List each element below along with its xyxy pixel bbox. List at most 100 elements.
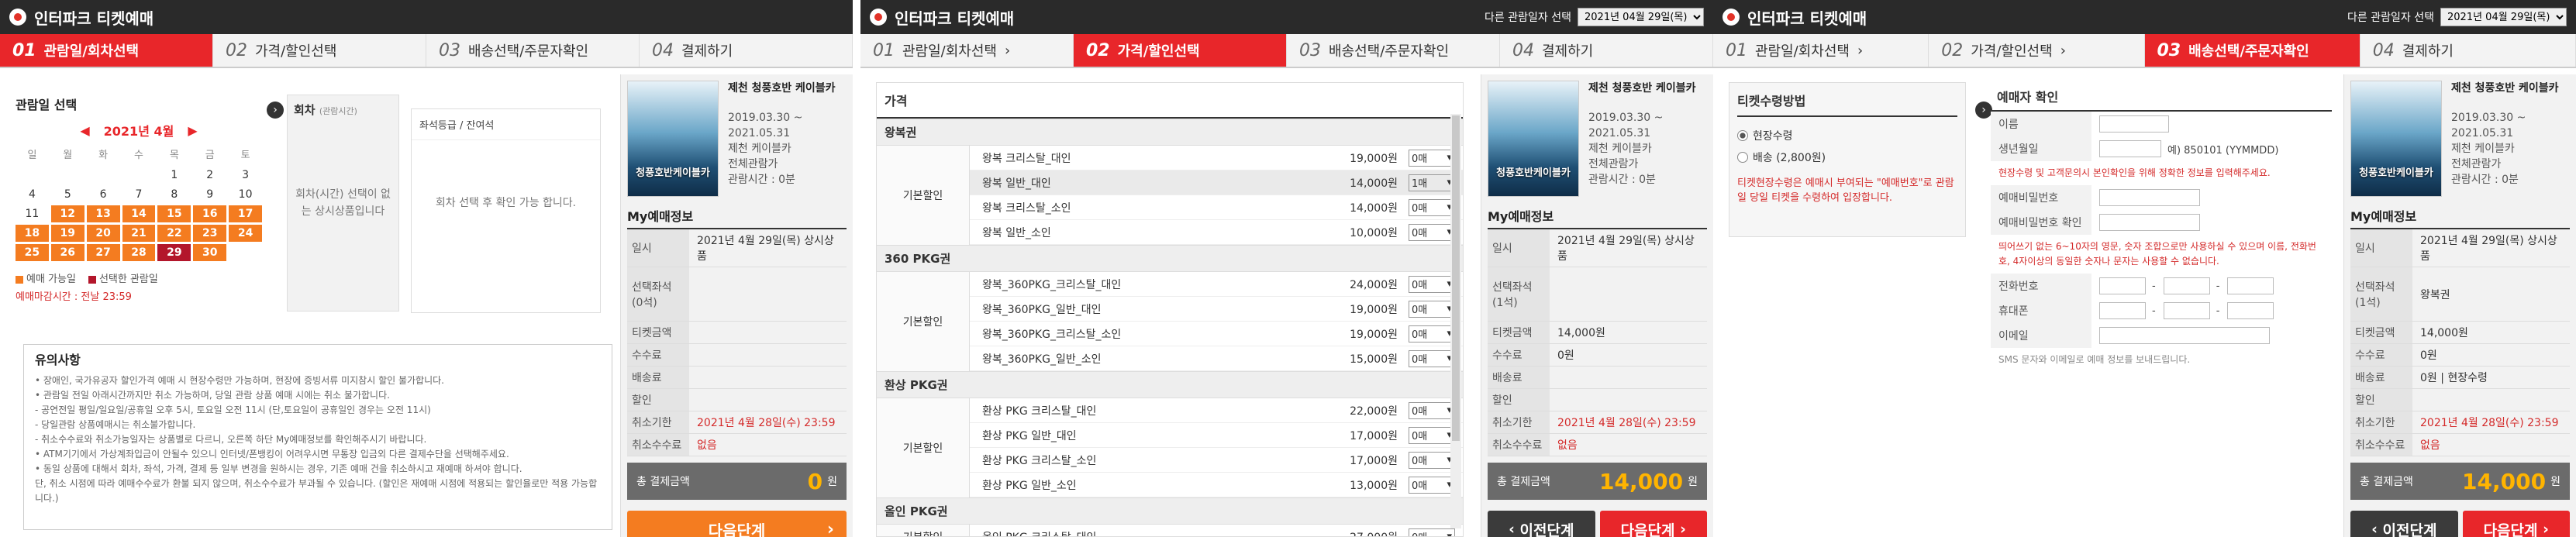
calendar-day[interactable]: 20 <box>86 225 120 242</box>
next-step-button[interactable]: 다음단계 › <box>1599 511 1707 537</box>
chevron-right-icon: › <box>1857 42 1864 59</box>
calendar-day[interactable]: 21 <box>122 225 156 242</box>
phone-input-3[interactable] <box>2227 277 2274 294</box>
radio-onsite[interactable]: 현장수령 <box>1737 125 1957 146</box>
session-title: 회차 (관람시간) <box>288 95 398 124</box>
calendar-day[interactable]: 18 <box>16 225 49 242</box>
label-pw2: 예매비밀번호 확인 <box>1991 210 2091 235</box>
total-label: 총 결제금액 <box>2360 476 2413 488</box>
calendar-day: 9 <box>206 188 214 201</box>
quantity-select[interactable]: 0매▾ <box>1409 451 1455 469</box>
runtime: 관람시간 : 0분 <box>728 174 795 186</box>
tab-step1[interactable]: 01 관람일/회차선택 › <box>860 34 1074 67</box>
step-num: 01 <box>1726 40 1747 60</box>
prev-step-button[interactable]: ‹ 이전단계 <box>2350 511 2458 537</box>
date-picker: 다른 관람일자 선택 2021년 04월 29일(목) <box>2347 8 2567 26</box>
scrollbar-thumb[interactable] <box>1452 115 1460 441</box>
quantity-select[interactable]: 0매▾ <box>1409 300 1455 318</box>
calendar-day: 4 <box>28 188 36 201</box>
calendar-day[interactable]: 25 <box>16 244 49 261</box>
price-group: 기본할인 왕복_360PKG_크리스탈_대인 24,000원 0매 ▾ 왕복_360PKG… <box>877 271 1463 371</box>
calendar-day[interactable]: 15 <box>157 205 191 222</box>
calendar-day[interactable]: 23 <box>193 225 227 242</box>
radio-delivery[interactable]: 배송 (2,800원) <box>1737 146 1957 168</box>
value-cancel-fee: 없음 <box>2420 439 2440 452</box>
next-step-button[interactable]: 다음단계 › <box>627 511 847 537</box>
calendar-day[interactable]: 24 <box>229 225 262 242</box>
password-input[interactable] <box>2099 189 2200 206</box>
ticket-name: 환상 PKG 일반_소인 <box>982 479 1077 492</box>
calendar-day[interactable]: 26 <box>50 244 84 261</box>
chevron-right-icon: › <box>2060 42 2066 59</box>
email-input[interactable] <box>2099 327 2270 344</box>
label-delivery: 배송료 <box>1488 367 1550 388</box>
quantity-select[interactable]: 0매▾ <box>1409 325 1455 343</box>
calendar-day[interactable]: 30 <box>193 244 227 261</box>
radio-unchecked-icon <box>1737 152 1748 163</box>
tab-step1[interactable]: 01 관람일/회차선택 › <box>1713 34 1929 67</box>
label-ticket: 티켓금액 <box>2350 322 2412 343</box>
tab-step3[interactable]: 03 배송선택/주문자확인 <box>2144 34 2360 67</box>
my-booking-heading: My예매정보 <box>2350 206 2570 229</box>
mobile-input-3[interactable] <box>2227 302 2274 319</box>
tab-step3[interactable]: 03 배송선택/주문자확인 <box>426 34 640 67</box>
calendar-day[interactable]: 28 <box>122 244 156 261</box>
phone-input-2[interactable] <box>2163 277 2210 294</box>
prev-month-icon[interactable]: ◀ <box>80 123 89 138</box>
quantity-select[interactable]: 0매▾ <box>1409 401 1455 419</box>
quantity-select[interactable]: 0매▾ <box>1409 198 1455 216</box>
birth-input[interactable] <box>2099 140 2161 157</box>
tab-step4[interactable]: 04 결제하기 <box>1500 34 1713 67</box>
quantity-value: 0매 <box>1412 456 1428 467</box>
prev-step-button[interactable]: ‹ 이전단계 <box>1488 511 1595 537</box>
calendar-day[interactable]: 12 <box>50 205 84 222</box>
date-select[interactable]: 2021년 04월 29일(목) <box>2440 8 2567 26</box>
seat-grade-empty: 회차 선택 후 확인 가능 합니다. <box>435 197 577 209</box>
value-seat: 왕복권 <box>2420 288 2450 301</box>
tab-step2[interactable]: 02 가격/할인선택 <box>1074 34 1287 67</box>
quantity-select[interactable]: 0매▾ <box>1409 149 1455 167</box>
quantity-select[interactable]: 0매▾ <box>1409 349 1455 367</box>
scrollbar[interactable] <box>1450 114 1461 528</box>
panel-step3: 인터파크 티켓예매 다른 관람일자 선택 2021년 04월 29일(목) 01 관… <box>1713 0 2576 537</box>
name-input[interactable] <box>2099 115 2169 133</box>
next-month-icon[interactable]: ▶ <box>188 123 197 138</box>
tab-step3[interactable]: 03 배송선택/주문자확인 <box>1287 34 1500 67</box>
legend-selected-label: 선택한 관람일 <box>98 274 158 285</box>
calendar-day[interactable]: 14 <box>122 205 156 222</box>
quantity-select[interactable]: 0매▾ <box>1409 275 1455 293</box>
quantity-select[interactable]: 0매▾ <box>1409 528 1455 536</box>
quantity-select[interactable]: 0매▾ <box>1409 426 1455 444</box>
quantity-select[interactable]: 1매 ▾ <box>1409 174 1455 191</box>
phone-input-1[interactable] <box>2099 277 2146 294</box>
arrow-right-icon: › <box>1975 102 1992 119</box>
ticket-price: 14,000원 <box>1350 177 1398 190</box>
tab-step1[interactable]: 01 관람일/회차선택 <box>0 34 213 67</box>
calendar-day[interactable]: 17 <box>229 205 262 222</box>
step-nav: 01 관람일/회차선택 › 02 가격/할인선택 › 03 배송선택/주문자확인 04 결제… <box>1713 34 2576 68</box>
tab-step2[interactable]: 02 가격/할인선택 <box>213 34 426 67</box>
quantity-select[interactable]: 0매▾ <box>1409 223 1455 241</box>
tab-step4[interactable]: 04 결제하기 <box>640 34 853 67</box>
row-discount: 할인 <box>627 389 847 411</box>
period-start: 2019.03.30 ~ <box>1588 112 1664 124</box>
calendar-day[interactable]: 27 <box>86 244 120 261</box>
step-label: 배송선택/주문자확인 <box>468 43 589 60</box>
quantity-select[interactable]: 0매▾ <box>1409 476 1455 494</box>
calendar-day[interactable]: 13 <box>86 205 120 222</box>
tab-step4[interactable]: 04 결제하기 <box>2360 34 2576 67</box>
password-confirm-input[interactable] <box>2099 214 2200 231</box>
calendar-day[interactable]: 19 <box>50 225 84 242</box>
date-select[interactable]: 2021년 04월 29일(목) <box>1578 8 1704 26</box>
calendar-day[interactable]: 16 <box>193 205 227 222</box>
value-discount <box>1550 397 1707 403</box>
tab-step2[interactable]: 02 가격/할인선택 › <box>1929 34 2145 67</box>
rating: 전체관람가 <box>2451 158 2502 170</box>
calendar-day[interactable]: 22 <box>157 225 191 242</box>
mobile-input-2[interactable] <box>2163 302 2210 319</box>
panel-step1: 인터파크 티켓예매 01 관람일/회차선택 02 가격/할인선택 03 배송선택/주문… <box>0 0 853 537</box>
mobile-input-1[interactable] <box>2099 302 2146 319</box>
calendar-day[interactable]: 29 <box>157 244 191 261</box>
next-step-button[interactable]: 다음단계 › <box>2462 511 2570 537</box>
row-cancel: 취소기한 2021년 4월 28일(수) 23:59 <box>2350 411 2570 434</box>
